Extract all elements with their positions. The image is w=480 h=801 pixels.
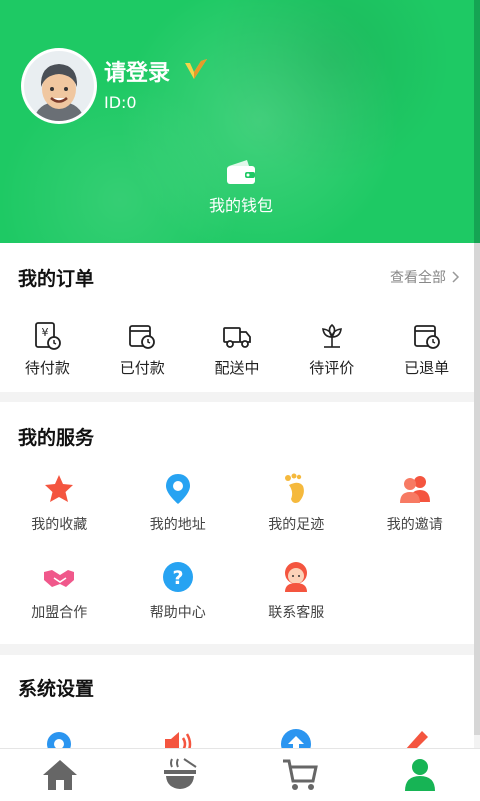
order-label: 配送中 xyxy=(214,359,260,377)
service-address[interactable]: 我的地址 xyxy=(119,472,238,560)
vip-badge-icon xyxy=(185,59,207,79)
handshake-icon xyxy=(44,570,75,587)
order-label: 待评价 xyxy=(309,359,355,377)
scrollbar-thumb[interactable] xyxy=(474,0,480,243)
wallet-icon xyxy=(227,160,255,184)
tab-profile[interactable] xyxy=(360,749,480,801)
bowl-icon xyxy=(164,758,197,789)
tab-cart[interactable] xyxy=(240,749,360,801)
location-pin-icon xyxy=(165,474,190,504)
delivery-truck-icon xyxy=(223,327,251,348)
service-footprints[interactable]: 我的足迹 xyxy=(237,472,356,560)
service-label: 联系客服 xyxy=(268,605,325,621)
pending-payment-icon: ¥ xyxy=(35,322,62,350)
upload-icon xyxy=(281,729,312,748)
tab-home[interactable] xyxy=(0,749,120,801)
service-help-center[interactable]: ? 帮助中心 xyxy=(119,560,238,648)
order-label: 待付款 xyxy=(24,359,70,377)
setting-update[interactable] xyxy=(237,727,356,748)
avatar[interactable] xyxy=(21,48,97,124)
order-label: 已退单 xyxy=(404,359,450,377)
star-icon xyxy=(45,475,74,502)
footprint-icon xyxy=(285,473,305,503)
service-label: 我的收藏 xyxy=(31,517,88,533)
tab-food[interactable] xyxy=(120,749,240,801)
help-icon: ? xyxy=(162,562,193,592)
wallet-button[interactable]: 我的钱包 xyxy=(198,158,284,216)
users-icon xyxy=(399,476,430,503)
cart-icon xyxy=(283,759,318,790)
speaker-icon xyxy=(164,732,191,748)
view-all-label: 查看全部 xyxy=(390,270,446,286)
setting-sound[interactable] xyxy=(119,727,238,748)
service-invitations[interactable]: 我的邀请 xyxy=(356,472,475,560)
services-section: 我的服务 我的收藏 我的地址 我的足迹 我的邀请 加盟合作 ? 帮助中心 联系客… xyxy=(0,402,474,644)
order-label: 已付款 xyxy=(119,359,165,377)
profile-icon xyxy=(405,759,435,791)
setting-edit[interactable] xyxy=(356,727,475,748)
order-refunded[interactable]: 已退单 xyxy=(379,321,474,378)
wallet-label: 我的钱包 xyxy=(208,196,273,215)
pencil-icon xyxy=(406,731,428,748)
service-favorites[interactable]: 我的收藏 xyxy=(0,472,119,560)
paid-icon xyxy=(129,325,156,349)
service-label: 我的邀请 xyxy=(386,517,443,533)
view-all-orders-link[interactable]: 查看全部 xyxy=(390,267,460,287)
settings-section: 系统设置 xyxy=(0,655,474,748)
service-label: 帮助中心 xyxy=(149,605,206,621)
scrollbar[interactable] xyxy=(474,0,480,735)
service-label: 加盟合作 xyxy=(31,605,88,621)
gear-icon xyxy=(47,732,72,748)
bottom-tab-bar xyxy=(0,748,480,801)
service-customer-support[interactable]: 联系客服 xyxy=(237,560,356,648)
orders-section: 我的订单 查看全部 ¥ 待付款 已付款 配送中 待评价 已退单 xyxy=(0,243,474,392)
service-franchise[interactable]: 加盟合作 xyxy=(0,560,119,648)
refund-icon xyxy=(413,325,440,349)
setting-general[interactable] xyxy=(0,727,119,748)
chevron-right-icon xyxy=(452,271,460,283)
services-title: 我的服务 xyxy=(18,427,95,449)
order-delivering[interactable]: 配送中 xyxy=(190,321,285,378)
user-id: ID:0 xyxy=(104,93,137,112)
settings-title: 系统设置 xyxy=(18,678,95,700)
customer-service-icon xyxy=(285,562,308,592)
order-pending-payment[interactable]: ¥ 待付款 xyxy=(0,321,95,378)
login-prompt[interactable]: 请登录 xyxy=(104,55,170,87)
service-label: 我的足迹 xyxy=(268,517,325,533)
orders-title: 我的订单 xyxy=(18,268,95,290)
profile-header: 请登录 ID:0 我的钱包 xyxy=(0,0,480,243)
review-flower-icon xyxy=(321,323,342,348)
service-label: 我的地址 xyxy=(149,517,206,533)
svg-text:?: ? xyxy=(172,567,183,589)
svg-text:¥: ¥ xyxy=(42,326,49,339)
home-icon xyxy=(43,760,77,790)
order-to-review[interactable]: 待评价 xyxy=(284,321,379,378)
order-paid[interactable]: 已付款 xyxy=(95,321,190,378)
